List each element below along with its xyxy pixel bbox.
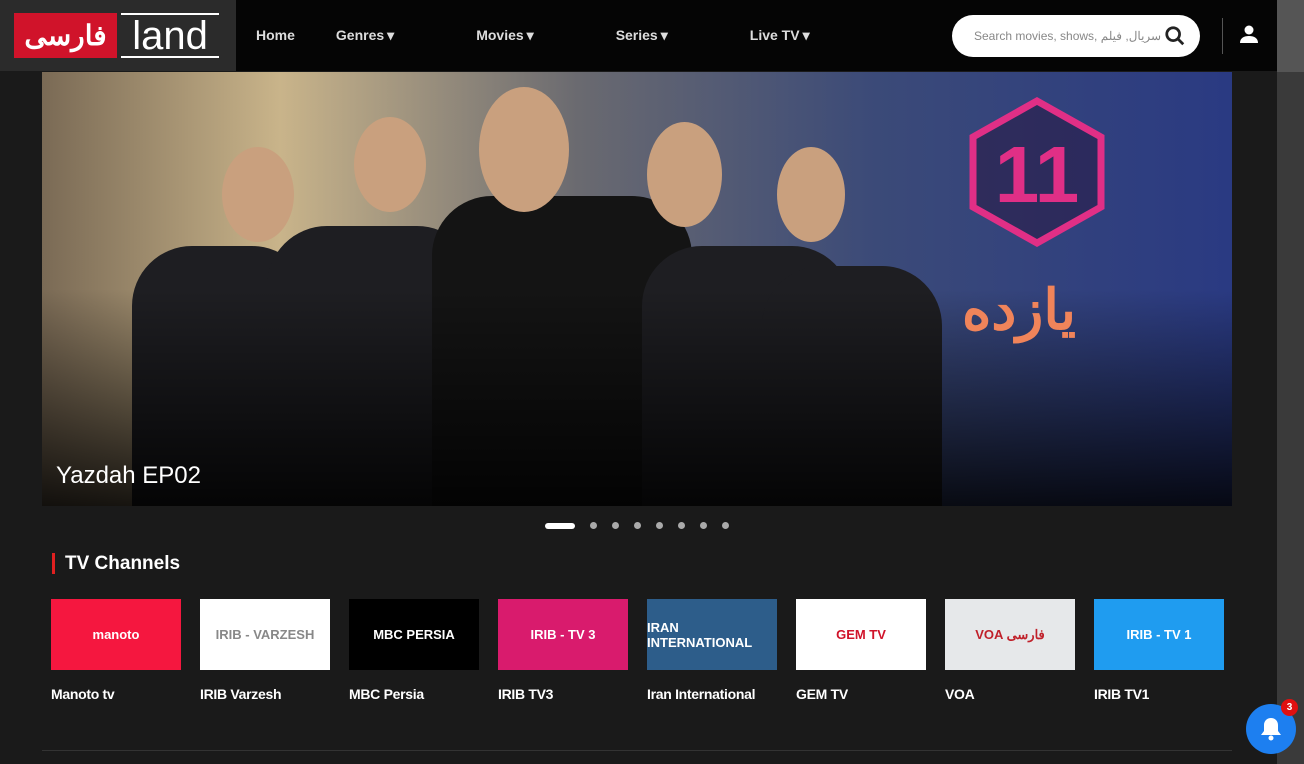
channel-card[interactable]: IRAN INTERNATIONAL Iran International (647, 599, 777, 702)
channel-card[interactable]: IRIB - TV 1 IRIB TV1 (1094, 599, 1224, 702)
divider (1222, 18, 1223, 54)
channel-list: manoto Manoto tv IRIB - VARZESH IRIB Varzes… (51, 599, 1243, 702)
channel-logo[interactable]: IRAN INTERNATIONAL (647, 599, 777, 670)
logo-land: land (121, 13, 219, 58)
channel-logo-text: IRAN INTERNATIONAL (647, 619, 753, 650)
channel-name[interactable]: IRIB TV3 (498, 686, 628, 702)
search-icon[interactable] (1164, 25, 1186, 47)
channel-logo[interactable]: IRIB - TV 3 (498, 599, 628, 670)
slider-dot[interactable] (634, 522, 641, 529)
channel-logo-text: IRIB - TV 1 (1126, 627, 1192, 642)
channel-logo[interactable]: IRIB - VARZESH (200, 599, 330, 670)
chevron-down-icon: ▾ (387, 27, 395, 43)
search-placeholder: Search movies, shows, سریال, فیلم (974, 29, 1162, 43)
channel-logo-text: manoto (92, 627, 140, 642)
channel-name[interactable]: Iran International (647, 686, 777, 702)
channel-logo[interactable]: manoto (51, 599, 181, 670)
nav-movies[interactable]: Movies ▾ (476, 27, 575, 44)
nav-label: Movies (476, 27, 524, 43)
user-account-icon[interactable] (1240, 25, 1258, 43)
slider-dot[interactable] (545, 522, 575, 529)
channel-logo-text: VOA فارسی (975, 626, 1045, 642)
section-title: TV Channels (52, 553, 180, 574)
channel-logo-text: IRIB - VARZESH (215, 627, 315, 642)
search-input[interactable]: Search movies, shows, سریال, فیلم (952, 15, 1200, 57)
nav-home[interactable]: Home (256, 27, 295, 44)
chevron-down-icon: ▾ (660, 27, 668, 43)
channel-name[interactable]: Manoto tv (51, 686, 181, 702)
channel-logo[interactable]: VOA فارسی (945, 599, 1075, 670)
channel-name[interactable]: GEM TV (796, 686, 926, 702)
slider-dot[interactable] (700, 522, 707, 529)
nav-genres[interactable]: Genres ▾ (336, 27, 435, 44)
channel-name[interactable]: MBC Persia (349, 686, 479, 702)
site-logo[interactable]: فارسی land (0, 0, 236, 71)
channel-card[interactable]: IRIB - VARZESH IRIB Varzesh (200, 599, 330, 702)
scrollbar[interactable] (1277, 0, 1304, 764)
channel-logo-text: IRIB - TV 3 (530, 627, 596, 642)
channel-logo-text: GEM TV (836, 627, 886, 642)
channel-card[interactable]: IRIB - TV 3 IRIB TV3 (498, 599, 628, 702)
channel-name[interactable]: IRIB TV1 (1094, 686, 1224, 702)
channel-name[interactable]: IRIB Varzesh (200, 686, 330, 702)
bell-icon (1261, 718, 1281, 741)
hero-slider[interactable]: 11 یازده Yazdah EP02 (42, 72, 1232, 506)
channel-logo-text: MBC PERSIA (373, 627, 455, 642)
chevron-down-icon: ▾ (526, 27, 534, 43)
channel-card[interactable]: MBC PERSIA MBC Persia (349, 599, 479, 702)
scrollbar-thumb[interactable] (1277, 0, 1304, 72)
nav-label: Series (615, 27, 658, 43)
chevron-down-icon: ▾ (802, 27, 810, 43)
slider-dot[interactable] (612, 522, 619, 529)
hero-caption[interactable]: Yazdah EP02 (56, 462, 201, 490)
channel-logo[interactable]: IRIB - TV 1 (1094, 599, 1224, 670)
logo-farsi: فارسی (14, 13, 117, 58)
slider-pagination (545, 522, 744, 529)
slider-dot[interactable] (656, 522, 663, 529)
channel-card[interactable]: manoto Manoto tv (51, 599, 181, 702)
slider-dot[interactable] (678, 522, 685, 529)
notification-badge: 3 (1281, 699, 1298, 716)
nav-label: Home (256, 27, 295, 43)
show-logo-text: یازده (962, 278, 1076, 341)
channel-card[interactable]: VOA فارسی VOA (945, 599, 1075, 702)
show-logo: 11 (969, 97, 1105, 247)
nav-label: Genres (335, 27, 385, 43)
section-divider (42, 750, 1232, 751)
svg-text:11: 11 (995, 130, 1080, 219)
channel-logo[interactable]: GEM TV (796, 599, 926, 670)
slider-dot[interactable] (590, 522, 597, 529)
slider-dot[interactable] (722, 522, 729, 529)
channel-card[interactable]: GEM TV GEM TV (796, 599, 926, 702)
nav-live-tv[interactable]: Live TV ▾ (750, 27, 851, 44)
nav-series[interactable]: Series ▾ (616, 27, 709, 44)
channel-logo[interactable]: MBC PERSIA (349, 599, 479, 670)
channel-name[interactable]: VOA (945, 686, 1075, 702)
main-menu: Home Genres ▾ Movies ▾ Series ▾ Live TV ▾ (256, 27, 892, 44)
nav-label: Live TV (749, 27, 800, 43)
